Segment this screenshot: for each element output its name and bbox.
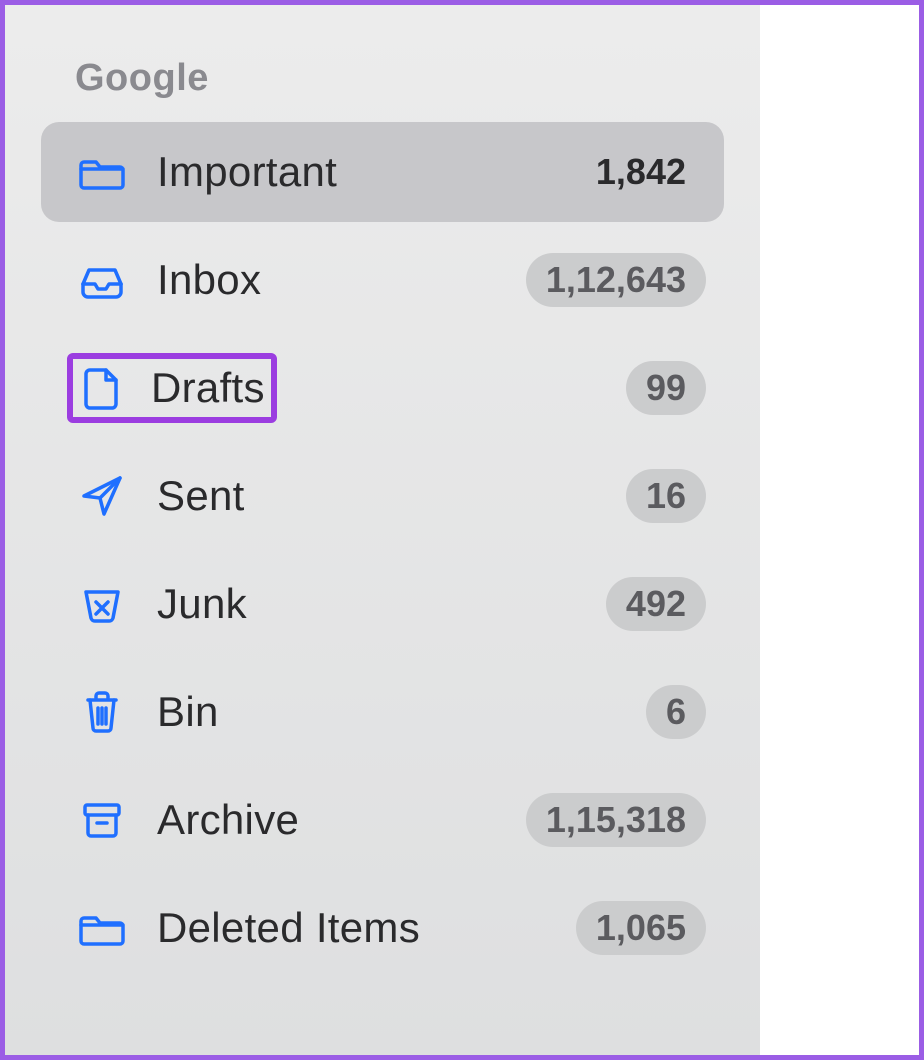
- section-header[interactable]: Google: [75, 57, 724, 100]
- folder-icon: [75, 901, 129, 955]
- sidebar-item-bin[interactable]: Bin6: [41, 662, 724, 762]
- count-badge: 1,15,318: [526, 793, 706, 847]
- sidebar-item-label: Bin: [157, 688, 646, 736]
- count-badge: 1,842: [576, 145, 706, 199]
- count-badge: 99: [626, 361, 706, 415]
- sidebar-item-label: Drafts: [151, 364, 265, 412]
- count-badge: 1,12,643: [526, 253, 706, 307]
- send-icon: [75, 469, 129, 523]
- sidebar-item-label: Inbox: [157, 256, 526, 304]
- sidebar-item-junk[interactable]: Junk492: [41, 554, 724, 654]
- count-badge: 6: [646, 685, 706, 739]
- junk-icon: [75, 577, 129, 631]
- sidebar-item-label: Archive: [157, 796, 526, 844]
- sidebar-item-important[interactable]: Important1,842: [41, 122, 724, 222]
- folder-icon: [75, 145, 129, 199]
- highlight-box: Drafts: [67, 353, 277, 423]
- document-icon: [75, 361, 129, 415]
- sidebar-item-label: Junk: [157, 580, 606, 628]
- mail-sidebar: Google Important1,842Inbox1,12,643Drafts…: [5, 5, 760, 1055]
- count-badge: 16: [626, 469, 706, 523]
- app-frame: Google Important1,842Inbox1,12,643Drafts…: [0, 0, 924, 1060]
- sidebar-item-deleted-items[interactable]: Deleted Items1,065: [41, 878, 724, 978]
- sidebar-item-label: Sent: [157, 472, 626, 520]
- content-area: [760, 5, 919, 1055]
- sidebar-item-archive[interactable]: Archive1,15,318: [41, 770, 724, 870]
- count-badge: 1,065: [576, 901, 706, 955]
- archive-icon: [75, 793, 129, 847]
- count-badge: 492: [606, 577, 706, 631]
- trash-icon: [75, 685, 129, 739]
- sidebar-item-drafts[interactable]: Drafts 99: [41, 338, 724, 438]
- sidebar-item-label: Deleted Items: [157, 904, 576, 952]
- sidebar-item-sent[interactable]: Sent16: [41, 446, 724, 546]
- sidebar-item-inbox[interactable]: Inbox1,12,643: [41, 230, 724, 330]
- inbox-icon: [75, 253, 129, 307]
- sidebar-items-list: Important1,842Inbox1,12,643Drafts99Sent1…: [41, 122, 724, 978]
- sidebar-item-label: Important: [157, 148, 576, 196]
